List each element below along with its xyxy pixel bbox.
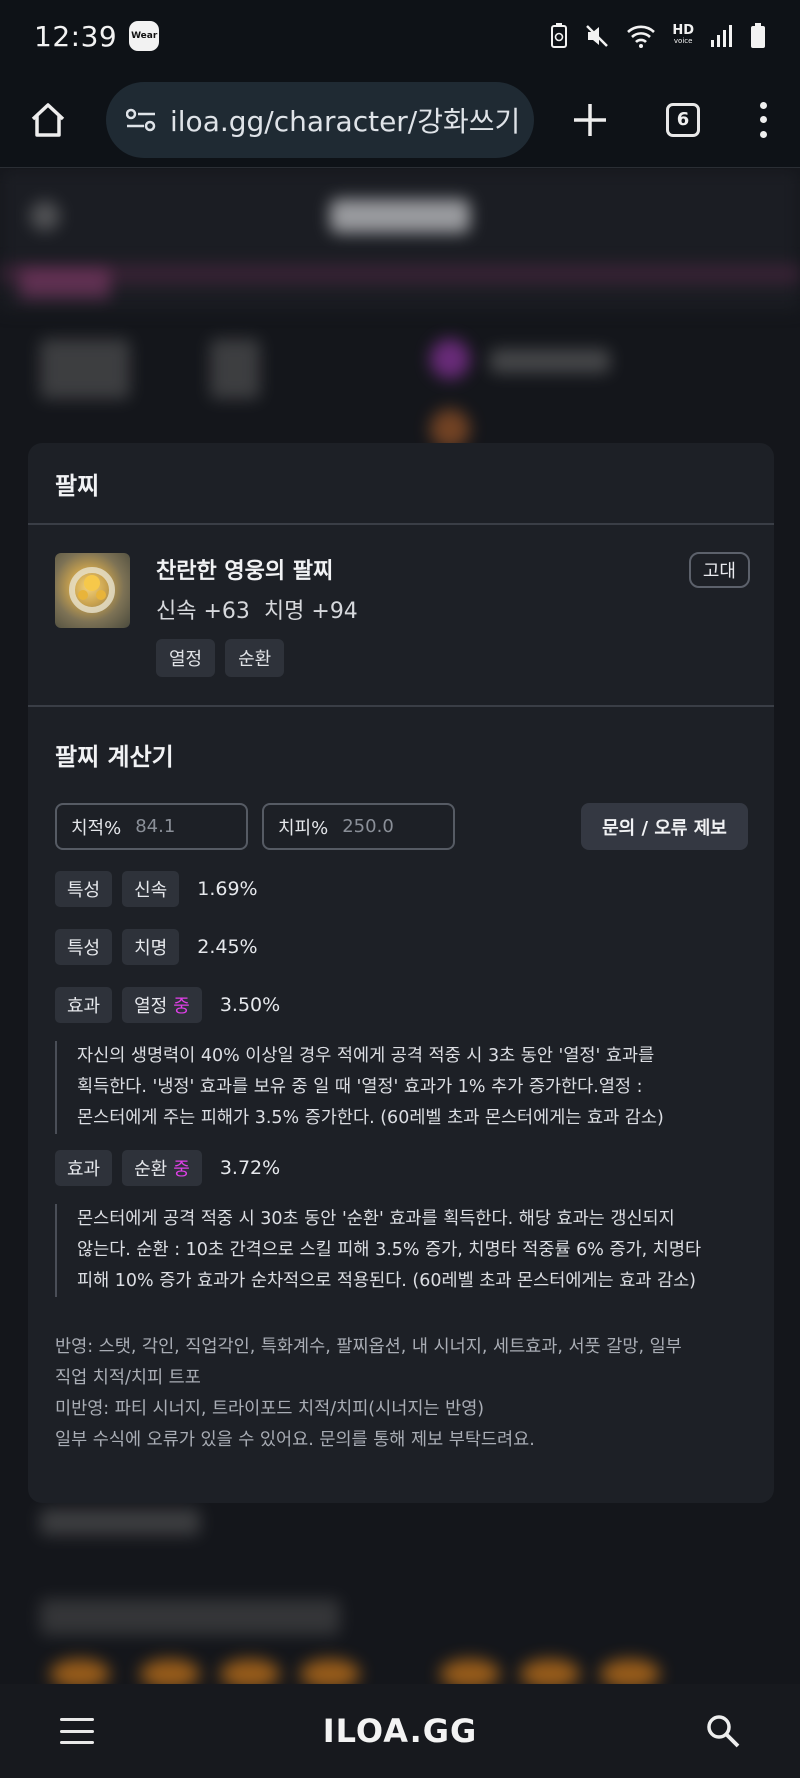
crit-damage-input[interactable]: 치피% 250.0 [262, 803, 455, 850]
result-row-swift: 특성 신속 1.69% [55, 871, 258, 907]
battery-icon [751, 23, 765, 48]
passion-description: 자신의 생명력이 40% 이상일 경우 적에게 공격 적중 시 3초 동안 '열… [55, 1041, 745, 1134]
bottom-navigation: ILOA.GG [0, 1684, 800, 1778]
item-stat-swift: 신속 +63 [156, 599, 250, 624]
calculator-title: 팔찌 계산기 [55, 743, 174, 771]
url-text[interactable]: iloa.gg/character/강화쓰기 [170, 100, 520, 140]
crit-rate-value[interactable]: 84.1 [135, 816, 175, 837]
result-row-crit: 특성 치명 2.45% [55, 929, 258, 965]
status-bar: 12:39 Wear HD voice [0, 0, 800, 72]
mute-icon [586, 25, 609, 47]
new-tab-icon[interactable] [570, 100, 610, 140]
hd-voice-indicator: HD voice [672, 23, 694, 45]
report-button[interactable]: 문의 / 오류 제보 [581, 803, 748, 850]
row-value: 1.69% [197, 878, 258, 900]
item-name: 찬란한 영웅의 팔찌 [156, 559, 334, 584]
wifi-icon [627, 25, 656, 48]
result-row-cycle: 효과 순환 중 3.72% [55, 1150, 280, 1186]
row-kind-chip: 특성 [55, 871, 113, 907]
menu-icon[interactable] [60, 1718, 94, 1744]
calculator-notes: 반영: 스탯, 각인, 직업각인, 특화계수, 팔찌옵션, 내 시너지, 세트효… [55, 1337, 682, 1450]
tab-switcher-button[interactable]: 6 [666, 102, 700, 137]
item-stat-crit: 치명 +94 [263, 599, 358, 624]
row-name-chip: 열정 중 [122, 987, 202, 1023]
browser-toolbar: iloa.gg/character/강화쓰기 6 [0, 72, 800, 168]
row-value: 2.45% [197, 936, 258, 958]
tier-mid-label: 중 [173, 1159, 190, 1180]
tier-mid-label: 중 [173, 996, 190, 1017]
crit-damage-value[interactable]: 250.0 [342, 816, 394, 837]
modal-title: 팔찌 [28, 443, 774, 525]
crit-rate-label: 치적% [71, 817, 122, 839]
more-menu-icon[interactable] [758, 101, 768, 138]
row-value: 3.72% [219, 1157, 281, 1179]
search-icon[interactable] [706, 1714, 740, 1748]
status-time: 12:39 [34, 19, 118, 53]
row-kind-chip: 특성 [55, 929, 113, 965]
row-name-chip: 신속 [122, 871, 180, 907]
bracelet-item: 찬란한 영웅의 팔찌 신속 +63 치명 +94 열정 순환 고대 [28, 525, 774, 707]
item-tag: 순환 [225, 639, 285, 677]
address-bar[interactable]: iloa.gg/character/강화쓰기 [106, 81, 534, 158]
row-kind-chip: 효과 [55, 1150, 113, 1186]
crit-damage-label: 치피% [278, 817, 329, 839]
brand-logo: ILOA.GG [322, 1712, 478, 1750]
result-row-passion: 효과 열정 중 3.50% [55, 987, 280, 1023]
row-name-chip: 치명 [122, 929, 180, 965]
item-tag: 열정 [156, 639, 216, 677]
grade-badge: 고대 [688, 552, 750, 588]
bracelet-item-icon [55, 553, 130, 628]
item-tags: 열정 순환 [156, 639, 285, 677]
status-icons: HD voice [550, 23, 766, 49]
bracelet-modal: 팔찌 찬란한 영웅의 팔찌 신속 +63 치명 +94 열정 순환 고대 팔찌 계… [28, 443, 774, 1503]
cycle-description: 몬스터에게 공격 적중 시 30초 동안 '순환' 효과를 획득한다. 해당 효… [55, 1204, 745, 1297]
home-icon[interactable] [28, 100, 68, 140]
battery-saver-icon [551, 23, 568, 48]
row-kind-chip: 효과 [55, 987, 113, 1023]
row-value: 3.50% [219, 994, 281, 1016]
item-stats: 신속 +63 치명 +94 [156, 593, 358, 625]
row-name-chip: 순환 중 [122, 1150, 202, 1186]
signal-icon [711, 25, 732, 47]
crit-rate-input[interactable]: 치적% 84.1 [55, 803, 248, 850]
wear-badge: Wear [129, 21, 160, 51]
site-settings-icon[interactable] [126, 107, 156, 133]
